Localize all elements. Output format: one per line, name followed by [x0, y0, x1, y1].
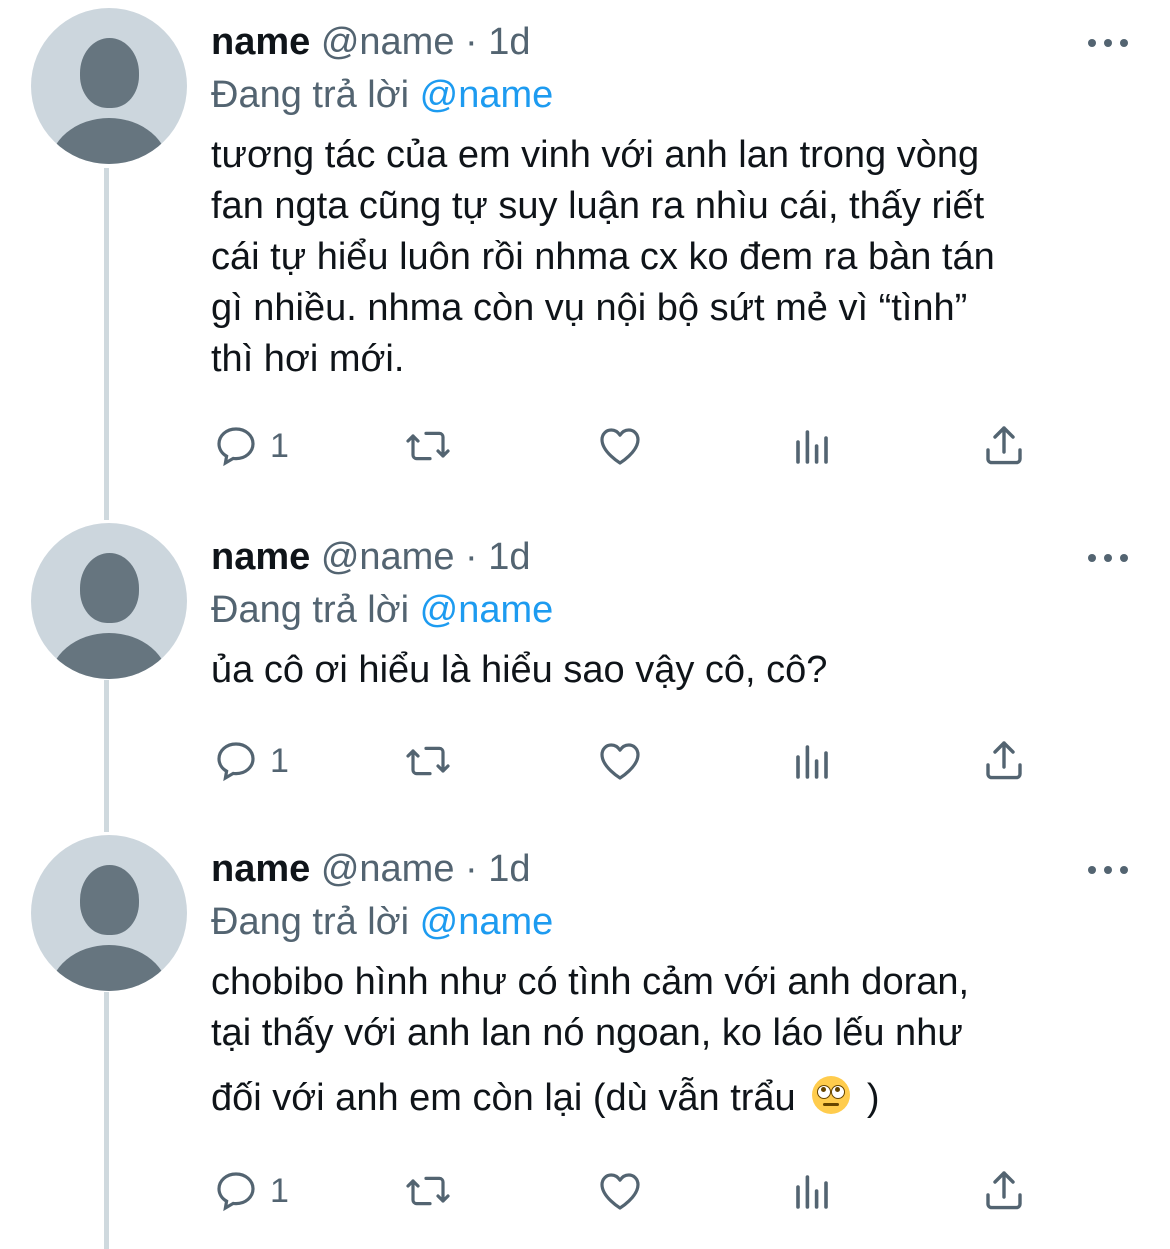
more-icon[interactable] [1088, 553, 1128, 563]
analytics-icon [796, 1175, 828, 1209]
avatar[interactable] [31, 523, 187, 679]
share-button[interactable] [980, 1161, 1028, 1221]
tweet-header: name @name · 1d [211, 535, 531, 579]
user-handle[interactable]: @name [321, 536, 455, 578]
more-icon[interactable] [1088, 865, 1128, 875]
replying-prefix: Đang trả lời [211, 74, 410, 116]
replying-prefix: Đang trả lời [211, 901, 410, 943]
text-line: đối với anh em còn lại (dù vẫn trẩu ) [211, 1073, 1141, 1124]
text-line: gì nhiều. nhma còn vụ nội bộ sứt mẻ vì “… [211, 287, 968, 329]
share-icon [986, 741, 1022, 780]
analytics-button[interactable] [788, 1161, 836, 1221]
analytics-icon [796, 430, 828, 464]
action-bar: 1 [0, 731, 1170, 791]
like-button[interactable] [596, 731, 644, 791]
share-icon [986, 426, 1022, 465]
tweet-text: tương tác của em vinh với anh lan trong … [211, 130, 1141, 385]
text-line: tại thấy với anh lan nó ngoan, ko láo lế… [211, 1012, 963, 1054]
replying-to: Đang trả lời @name [211, 588, 553, 632]
like-button[interactable] [596, 416, 644, 476]
retweet-icon [406, 1176, 450, 1206]
mention-link[interactable]: @name [420, 901, 554, 943]
more-icon[interactable] [1088, 38, 1128, 48]
display-name[interactable]: name [211, 21, 310, 63]
display-name[interactable]: name [211, 536, 310, 578]
action-bar: 1 [0, 1161, 1170, 1221]
tweet-header: name @name · 1d [211, 847, 531, 891]
reply-icon [217, 742, 255, 782]
timestamp[interactable]: 1d [488, 21, 530, 63]
text-line: cái tự hiểu luôn rồi nhma cx ko đem ra b… [211, 236, 995, 278]
text-line: tương tác của em vinh với anh lan trong … [211, 134, 980, 176]
display-name[interactable]: name [211, 848, 310, 890]
share-button[interactable] [980, 416, 1028, 476]
reply-button[interactable]: 1 [212, 731, 289, 791]
avatar[interactable] [31, 8, 187, 164]
rolling-eyes-emoji-icon [812, 1076, 851, 1114]
tweet[interactable]: name @name · 1d Đang trả lời @name tương… [0, 8, 1170, 508]
text-line: thì hơi mới. [211, 338, 405, 380]
reply-button[interactable]: 1 [212, 1161, 289, 1221]
timestamp[interactable]: 1d [488, 536, 530, 578]
replying-to: Đang trả lời @name [211, 73, 553, 117]
tweet[interactable]: name @name · 1d Đang trả lời @name chobi… [0, 835, 1170, 1249]
mention-link[interactable]: @name [420, 589, 554, 631]
analytics-button[interactable] [788, 416, 836, 476]
retweet-button[interactable] [404, 731, 452, 791]
separator-dot: · [465, 536, 478, 578]
reply-count: 1 [270, 1171, 289, 1210]
heart-icon [600, 743, 640, 780]
text-segment: đối với anh em còn lại (dù vẫn trẩu [211, 1077, 796, 1119]
retweet-button[interactable] [404, 416, 452, 476]
tweet-text: chobibo hình như có tình cảm với anh dor… [211, 957, 1141, 1124]
text-line: fan ngta cũng tự suy luận ra nhìu cái, t… [211, 185, 985, 227]
like-button[interactable] [596, 1161, 644, 1221]
reply-icon [217, 427, 255, 467]
avatar[interactable] [31, 835, 187, 991]
heart-icon [600, 428, 640, 465]
text-line: chobibo hình như có tình cảm với anh dor… [211, 961, 970, 1003]
text-line: ủa cô ơi hiểu là hiểu sao vậy cô, cô? [211, 649, 828, 691]
separator-dot: · [465, 21, 478, 63]
reply-count: 1 [270, 426, 289, 465]
tweet-header: name @name · 1d [211, 20, 531, 64]
separator-dot: · [465, 848, 478, 890]
reply-button[interactable]: 1 [212, 416, 289, 476]
analytics-icon [796, 745, 828, 779]
tweet[interactable]: name @name · 1d Đang trả lời @name ủa cô… [0, 523, 1170, 813]
replying-prefix: Đang trả lời [211, 589, 410, 631]
retweet-button[interactable] [404, 1161, 452, 1221]
share-icon [986, 1171, 1022, 1210]
retweet-icon [406, 746, 450, 776]
text-segment: ) [866, 1077, 880, 1119]
reply-icon [217, 1172, 255, 1212]
share-button[interactable] [980, 731, 1028, 791]
timestamp[interactable]: 1d [488, 848, 530, 890]
user-handle[interactable]: @name [321, 848, 455, 890]
user-handle[interactable]: @name [321, 21, 455, 63]
mention-link[interactable]: @name [420, 74, 554, 116]
reply-count: 1 [270, 741, 289, 780]
tweet-text: ủa cô ơi hiểu là hiểu sao vậy cô, cô? [211, 645, 1141, 696]
retweet-icon [406, 431, 450, 461]
action-bar: 1 [0, 416, 1170, 476]
analytics-button[interactable] [788, 731, 836, 791]
heart-icon [600, 1173, 640, 1210]
replying-to: Đang trả lời @name [211, 900, 553, 944]
